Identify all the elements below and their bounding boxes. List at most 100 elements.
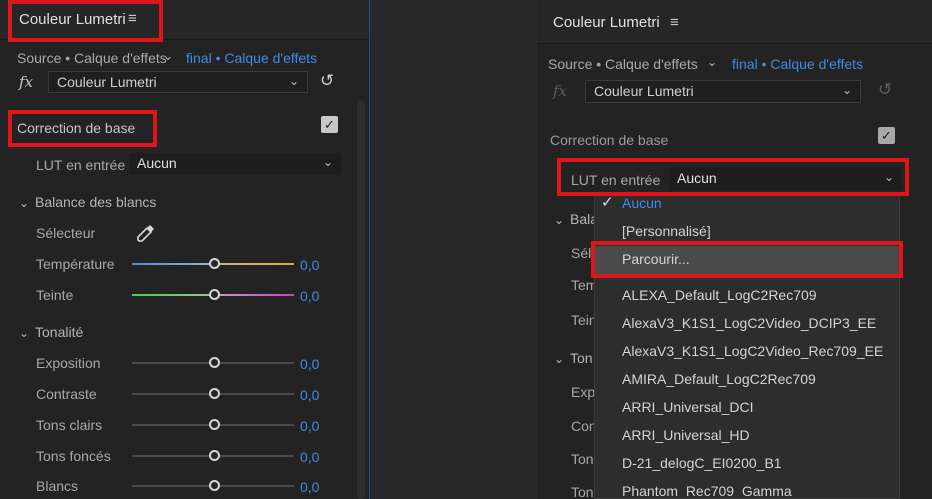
dropdown-item-label: ARRI_Universal_DCI: [622, 399, 754, 415]
temperature-slider-knob[interactable]: [209, 258, 220, 269]
effect-select-value: Couleur Lumetri: [57, 74, 157, 90]
chevron-down-icon: ⌄: [288, 74, 299, 88]
whites-slider-knob[interactable]: [209, 480, 220, 491]
tint-label: Teinte: [36, 287, 74, 303]
effect-select[interactable]: Couleur Lumetri ⌄: [585, 80, 861, 103]
dropdown-item-lut[interactable]: AlexaV3_K1S1_LogC2Video_DCIP3_EE: [595, 310, 899, 338]
dropdown-item-none[interactable]: ✓ Aucun: [595, 195, 899, 218]
panel-gap: [371, 0, 537, 499]
dropdown-item-label: AMIRA_Default_LogC2Rec709: [622, 371, 816, 387]
contrast-label: Contraste: [36, 386, 97, 402]
selector-label: Sélecteur: [36, 225, 96, 241]
temperature-value[interactable]: 0,0: [300, 257, 319, 273]
panel-header: Couleur Lumetri ≡: [537, 0, 932, 44]
chevron-down-icon: ⌄: [841, 83, 852, 97]
exposure-slider-knob[interactable]: [209, 357, 220, 368]
lut-label: LUT en entrée: [571, 172, 661, 188]
source-label: Source • Calque d'effets: [548, 56, 698, 72]
dropdown-item-label: D-21_delogC_EI0200_B1: [622, 455, 782, 471]
lut-select[interactable]: Aucun ⌄: [129, 153, 341, 175]
group-tonality-label: Ton: [570, 350, 593, 366]
chevron-down-icon[interactable]: ⌄: [707, 55, 717, 69]
effect-select[interactable]: Couleur Lumetri ⌄: [48, 71, 308, 93]
dropdown-item-label: [Personnalisé]: [622, 223, 711, 239]
chevron-down-icon: ⌄: [322, 155, 333, 169]
active-clip-label[interactable]: final • Calque d'effets: [186, 50, 317, 66]
whites-label: Blancs: [36, 478, 79, 494]
fx-icon[interactable]: fx: [19, 73, 33, 91]
shadows-value[interactable]: 0,0: [300, 449, 319, 465]
panel-header: Couleur Lumetri ≡: [0, 0, 369, 40]
reset-icon[interactable]: ↺: [878, 80, 892, 100]
highlights-slider-knob[interactable]: [209, 419, 220, 430]
tint-value[interactable]: 0,0: [300, 288, 319, 304]
highlights-label: Ton: [571, 451, 594, 467]
chevron-down-icon: ⌄: [19, 196, 30, 210]
chevron-down-icon[interactable]: ⌄: [163, 49, 173, 63]
shadows-label: Tons foncés: [36, 448, 111, 464]
lut-select[interactable]: Aucun ⌄: [669, 167, 902, 191]
dropdown-item-lut[interactable]: ARRI_Universal_DCI: [595, 394, 899, 422]
chevron-down-icon: ⌄: [883, 170, 894, 184]
section-title-basic-correction[interactable]: Correction de base: [17, 120, 135, 136]
whites-value[interactable]: 0,0: [300, 479, 319, 495]
dropdown-item-lut[interactable]: AlexaV3_K1S1_LogC2Video_Rec709_EE: [595, 338, 899, 366]
chevron-down-icon: ⌄: [554, 213, 565, 227]
enable-checkbox[interactable]: ✓: [321, 116, 338, 133]
group-tonality-label: Tonalité: [35, 324, 84, 340]
hamburger-icon[interactable]: ≡: [128, 10, 137, 27]
chevron-down-icon: ⌄: [19, 326, 30, 340]
temperature-label: Température: [36, 256, 115, 272]
shadows-slider-knob[interactable]: [209, 450, 220, 461]
lut-select-value: Aucun: [137, 155, 177, 171]
group-white-balance-label: Balance des blancs: [35, 194, 157, 210]
section-title-basic-correction[interactable]: Correction de base: [550, 132, 668, 148]
scrollbar[interactable]: [357, 100, 365, 499]
contrast-slider-knob[interactable]: [209, 388, 220, 399]
dropdown-item-label: ARRI_Universal_HD: [622, 427, 750, 443]
exposure-label: Exp: [571, 384, 596, 400]
panel-tab-title[interactable]: Couleur Lumetri: [19, 11, 126, 28]
dropdown-item-label: AlexaV3_K1S1_LogC2Video_Rec709_EE: [622, 343, 884, 359]
exposure-value[interactable]: 0,0: [300, 356, 319, 372]
shadows-label: Ton: [571, 484, 594, 499]
lut-dropdown-menu: ✓ Aucun [Personnalisé] Parcourir... ALEX…: [594, 195, 900, 499]
dropdown-item-lut[interactable]: Phantom_Rec709_Gamma: [595, 478, 899, 499]
dropdown-item-lut[interactable]: AMIRA_Default_LogC2Rec709: [595, 366, 899, 394]
active-clip-label[interactable]: final • Calque d'effets: [732, 56, 863, 72]
tint-slider-knob[interactable]: [209, 289, 220, 300]
dropdown-item-lut[interactable]: D-21_delogC_EI0200_B1: [595, 450, 899, 478]
dropdown-item-label: Parcourir...: [622, 251, 690, 267]
lut-select-value: Aucun: [677, 170, 717, 186]
tint-label: Tein: [571, 312, 597, 328]
dropdown-item-browse[interactable]: Parcourir...: [595, 246, 899, 274]
exposure-label: Exposition: [36, 355, 101, 371]
chevron-down-icon: ⌄: [554, 352, 565, 366]
dropdown-item-label: Aucun: [622, 195, 662, 211]
dropdown-item-lut[interactable]: ARRI_Universal_HD: [595, 422, 899, 450]
group-white-balance[interactable]: ⌄ Bala: [554, 211, 598, 227]
source-label: Source • Calque d'effets: [17, 50, 167, 66]
highlights-value[interactable]: 0,0: [300, 418, 319, 434]
lut-label: LUT en entrée: [36, 157, 126, 173]
dropdown-item-lut[interactable]: ALEXA_Default_LogC2Rec709: [595, 282, 899, 310]
group-tonality[interactable]: ⌄ Ton: [554, 350, 593, 366]
lumetri-panel-left: Couleur Lumetri ≡ Source • Calque d'effe…: [0, 0, 370, 499]
reset-icon[interactable]: ↺: [320, 71, 334, 91]
dropdown-item-label: ALEXA_Default_LogC2Rec709: [622, 287, 817, 303]
fx-icon[interactable]: fx: [553, 82, 567, 100]
enable-checkbox[interactable]: ✓: [878, 127, 895, 144]
hamburger-icon[interactable]: ≡: [670, 14, 679, 31]
contrast-value[interactable]: 0,0: [300, 387, 319, 403]
checkmark-icon: ✓: [601, 195, 614, 211]
eyedropper-icon[interactable]: [136, 223, 156, 243]
group-white-balance[interactable]: ⌄ Balance des blancs: [19, 194, 156, 210]
effect-select-value: Couleur Lumetri: [594, 83, 694, 99]
group-tonality[interactable]: ⌄ Tonalité: [19, 324, 83, 340]
dropdown-item-label: Phantom_Rec709_Gamma: [622, 483, 792, 499]
highlights-label: Tons clairs: [36, 417, 103, 433]
dropdown-item-custom[interactable]: [Personnalisé]: [595, 218, 899, 246]
contrast-label: Con: [571, 418, 597, 434]
dropdown-item-label: AlexaV3_K1S1_LogC2Video_DCIP3_EE: [622, 315, 877, 331]
panel-tab-title[interactable]: Couleur Lumetri: [553, 14, 660, 31]
